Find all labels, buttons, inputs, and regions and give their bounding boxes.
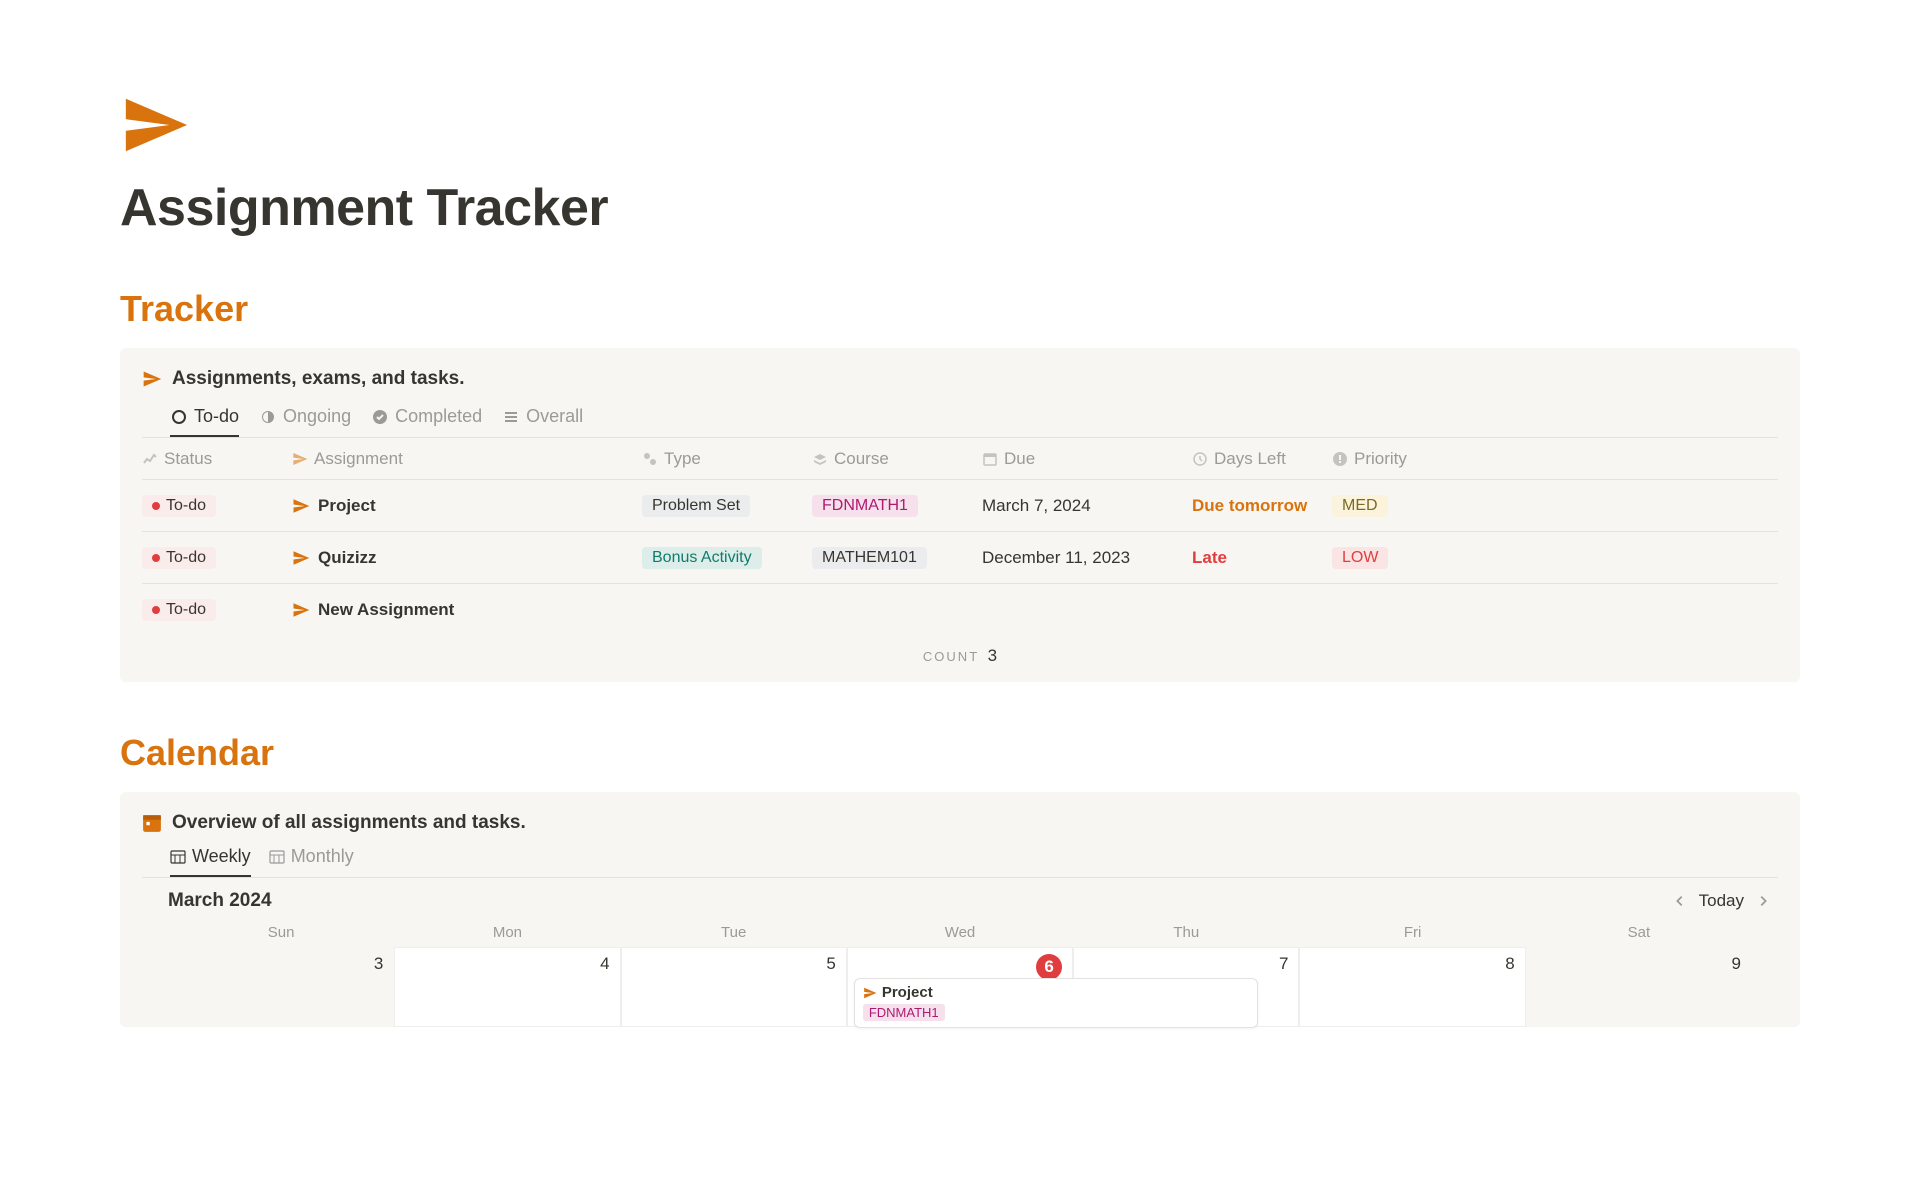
paper-plane-icon bbox=[863, 986, 877, 1000]
type-tag: Problem Set bbox=[642, 495, 750, 517]
weekday-label: Sun bbox=[168, 920, 394, 947]
calgrid-icon bbox=[269, 849, 285, 865]
course-tag: MATHEM101 bbox=[812, 547, 927, 569]
day-number: 6 bbox=[1036, 954, 1062, 980]
count-row: COUNT 3 bbox=[120, 636, 1800, 672]
calendar-cell[interactable]: 5 bbox=[621, 947, 847, 1027]
days-left: Late bbox=[1192, 548, 1227, 567]
cal-tab-weekly[interactable]: Weekly bbox=[170, 846, 251, 877]
paper-plane-icon bbox=[292, 549, 310, 567]
calendar-cell[interactable]: 6ProjectFDNMATH1 bbox=[847, 947, 1073, 1027]
col-type[interactable]: Type bbox=[642, 449, 812, 469]
tracker-section-title: Tracker bbox=[120, 288, 1800, 330]
calendar-cell[interactable]: 3 bbox=[168, 947, 394, 1027]
check-circle-icon bbox=[371, 408, 389, 426]
status-badge: To-do bbox=[142, 599, 216, 621]
calendar-callout: Overview of all assignments and tasks. bbox=[172, 812, 526, 834]
tab-completed[interactable]: Completed bbox=[371, 406, 482, 437]
day-number: 8 bbox=[1310, 954, 1514, 974]
paper-plane-icon bbox=[292, 601, 310, 619]
due-date: December 11, 2023 bbox=[982, 548, 1130, 567]
col-due[interactable]: Due bbox=[982, 449, 1192, 469]
day-number: 9 bbox=[1537, 954, 1741, 974]
assignment-cell[interactable]: Project bbox=[292, 496, 642, 516]
calendar-month: March 2024 bbox=[168, 890, 272, 912]
day-number: 7 bbox=[1084, 954, 1288, 974]
paper-plane-icon bbox=[292, 497, 310, 515]
weekday-label: Fri bbox=[1299, 920, 1525, 947]
tab-overall[interactable]: Overall bbox=[502, 406, 583, 437]
weekday-label: Wed bbox=[847, 920, 1073, 947]
paper-plane-icon bbox=[120, 90, 190, 160]
today-button[interactable]: Today bbox=[1699, 891, 1744, 911]
day-number: 5 bbox=[632, 954, 836, 974]
table-row[interactable]: To-do New Assignment bbox=[142, 584, 1778, 636]
tab-label: Overall bbox=[526, 406, 583, 427]
count-value: 3 bbox=[988, 646, 997, 665]
col-status[interactable]: Status bbox=[142, 449, 292, 469]
paper-plane-icon bbox=[292, 451, 308, 467]
table-row[interactable]: To-do QuizizzBonus Activity MATHEM101 Decem… bbox=[142, 532, 1778, 584]
table-row[interactable]: To-do ProjectProblem Set FDNMATH1 March 7, … bbox=[142, 480, 1778, 532]
priority-icon bbox=[1332, 451, 1348, 467]
tracker-callout: Assignments, exams, and tasks. bbox=[172, 368, 465, 390]
type-icon bbox=[642, 451, 658, 467]
tracker-panel: Assignments, exams, and tasks. To-do Ong… bbox=[120, 348, 1800, 682]
col-priority[interactable]: Priority bbox=[1332, 449, 1472, 469]
calendar-event[interactable]: ProjectFDNMATH1 bbox=[854, 978, 1258, 1028]
event-course-tag: FDNMATH1 bbox=[863, 1004, 945, 1021]
due-date: March 7, 2024 bbox=[982, 496, 1091, 515]
tab-label: To-do bbox=[194, 406, 239, 427]
weekday-label: Mon bbox=[394, 920, 620, 947]
course-tag: FDNMATH1 bbox=[812, 495, 918, 517]
chevron-left-icon[interactable] bbox=[1673, 894, 1687, 908]
col-days-left[interactable]: Days Left bbox=[1192, 449, 1332, 469]
calendar-section-title: Calendar bbox=[120, 732, 1800, 774]
calendar-cell[interactable]: 8 bbox=[1299, 947, 1525, 1027]
assignment-cell[interactable]: Quizizz bbox=[292, 548, 642, 568]
paper-plane-icon bbox=[142, 369, 162, 389]
priority-tag: LOW bbox=[1332, 547, 1388, 569]
type-tag: Bonus Activity bbox=[642, 547, 762, 569]
calendar-cell[interactable]: 9 bbox=[1526, 947, 1752, 1027]
status-badge: To-do bbox=[142, 495, 216, 517]
count-label: COUNT bbox=[923, 649, 979, 664]
tab-label: Ongoing bbox=[283, 406, 351, 427]
chevron-right-icon[interactable] bbox=[1756, 894, 1770, 908]
tab-label: Completed bbox=[395, 406, 482, 427]
calendar-cell[interactable]: 4 bbox=[394, 947, 620, 1027]
day-number: 3 bbox=[179, 954, 383, 974]
weekday-label: Tue bbox=[621, 920, 847, 947]
page-title: Assignment Tracker bbox=[120, 178, 1800, 238]
weekday-label: Sat bbox=[1526, 920, 1752, 947]
status-badge: To-do bbox=[142, 547, 216, 569]
col-course[interactable]: Course bbox=[812, 449, 982, 469]
calendar-icon bbox=[142, 813, 162, 833]
cal-tab-monthly[interactable]: Monthly bbox=[269, 846, 354, 877]
date-icon bbox=[982, 451, 998, 467]
tab-todo[interactable]: To-do bbox=[170, 406, 239, 437]
calendar-panel: Overview of all assignments and tasks. W… bbox=[120, 792, 1800, 1027]
course-icon bbox=[812, 451, 828, 467]
circle-icon bbox=[170, 408, 188, 426]
weekday-label: Thu bbox=[1073, 920, 1299, 947]
col-assignment[interactable]: Assignment bbox=[292, 449, 642, 469]
calgrid-icon bbox=[170, 849, 186, 865]
tab-ongoing[interactable]: Ongoing bbox=[259, 406, 351, 437]
clock-icon bbox=[1192, 451, 1208, 467]
half-circle-icon bbox=[259, 408, 277, 426]
day-number: 4 bbox=[405, 954, 609, 974]
days-left: Due tomorrow bbox=[1192, 496, 1307, 515]
assignment-cell[interactable]: New Assignment bbox=[292, 600, 642, 620]
priority-tag: MED bbox=[1332, 495, 1388, 517]
list-icon bbox=[502, 408, 520, 426]
status-icon bbox=[142, 451, 158, 467]
